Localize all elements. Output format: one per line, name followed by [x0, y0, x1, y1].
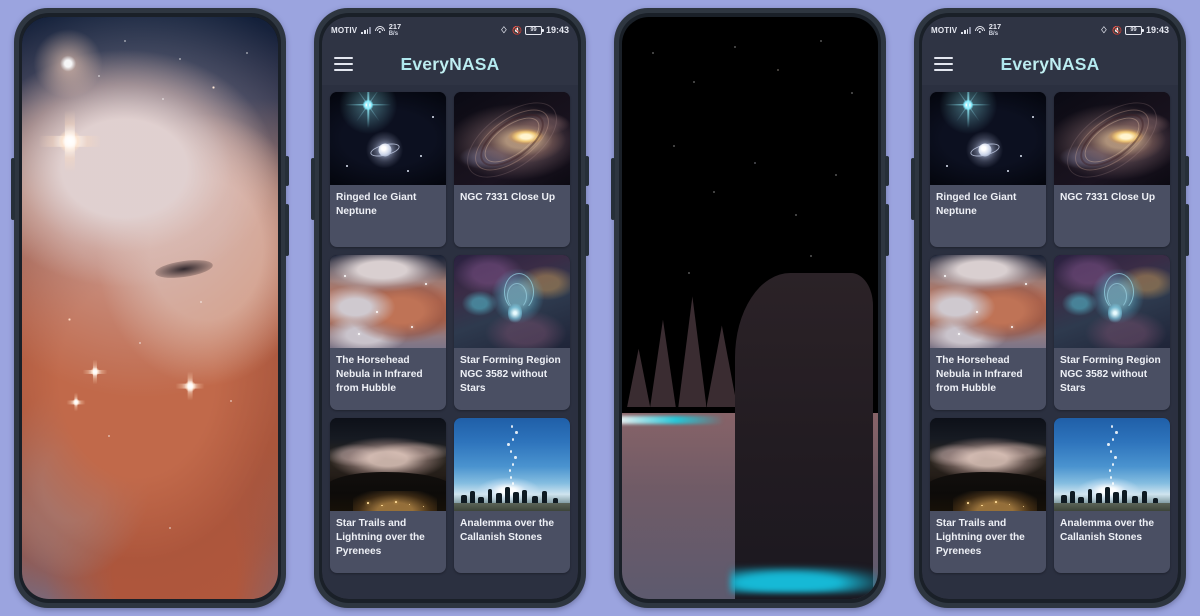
- volume-button[interactable]: [285, 156, 289, 186]
- apod-card[interactable]: Star Forming Region NGC 3582 without Sta…: [1054, 255, 1170, 410]
- rock-silhouette: [734, 273, 873, 599]
- app-title: EveryNASA: [922, 54, 1178, 75]
- starfield: [22, 17, 278, 599]
- battery-icon: 99: [524, 25, 544, 35]
- phone-screen: MOTIV 217 B/s ♢ 🔇 99 19:43 EveryNASA Rin…: [322, 17, 578, 599]
- carrier-label: MOTIV: [931, 25, 958, 35]
- apod-thumbnail: [454, 255, 570, 348]
- data-rate-value: 217: [388, 22, 402, 32]
- phone-app-right: MOTIV 217 B/s ♢ 🔇 99 19:43 EveryNASA Rin…: [911, 8, 1189, 608]
- data-rate-unit: B/s: [988, 30, 999, 37]
- apod-title: Star Forming Region NGC 3582 without Sta…: [460, 355, 561, 394]
- apod-card[interactable]: Star Trails and Lightning over the Pyren…: [330, 418, 446, 573]
- apod-title: Star Trails and Lightning over the Pyren…: [936, 518, 1025, 557]
- apod-title: Analemma over the Callanish Stones: [1060, 518, 1154, 543]
- apod-thumbnail: [930, 92, 1046, 185]
- apod-card[interactable]: Star Forming Region NGC 3582 without Sta…: [454, 255, 570, 410]
- phone-side-button[interactable]: [311, 158, 315, 220]
- apod-card[interactable]: NGC 7331 Close Up: [1054, 92, 1170, 247]
- clock: 19:43: [1145, 25, 1169, 35]
- battery-level: 99: [1130, 26, 1137, 33]
- phone-side-button[interactable]: [611, 158, 615, 220]
- clock: 19:43: [545, 25, 569, 35]
- bioluminescent-glow: [622, 416, 725, 425]
- apod-thumbnail: [930, 418, 1046, 511]
- apod-card[interactable]: Star Trails and Lightning over the Pyren…: [930, 418, 1046, 573]
- apod-title: Ringed Ice Giant Neptune: [936, 192, 1017, 217]
- apod-thumbnail: [330, 255, 446, 348]
- phone-screen: MOTIV 217 B/s ♢ 🔇 99 19:43 EveryNASA Rin…: [922, 17, 1178, 599]
- phone-screen: [22, 17, 278, 599]
- data-rate-value: 217: [988, 22, 1002, 32]
- phone-side-button[interactable]: [11, 158, 15, 220]
- apod-grid: Ringed Ice Giant Neptune NGC 7331 Close …: [322, 85, 578, 599]
- phone-side-button[interactable]: [911, 158, 915, 220]
- apod-thumbnail: [930, 255, 1046, 348]
- data-rate-indicator: 217 B/s: [388, 22, 402, 37]
- app-bar: EveryNASA: [322, 43, 578, 85]
- phone-wallpaper-milkyway: [611, 8, 889, 608]
- apod-thumbnail: [454, 418, 570, 511]
- carrier-label: MOTIV: [331, 25, 358, 35]
- volume-button[interactable]: [1185, 156, 1189, 186]
- screenshot-stage: MOTIV 217 B/s ♢ 🔇 99 19:43 EveryNASA Rin…: [0, 0, 1200, 616]
- wifi-icon: [974, 26, 985, 34]
- phone-wallpaper-horsehead: [11, 8, 289, 608]
- app-title: EveryNASA: [322, 54, 578, 75]
- power-button[interactable]: [885, 204, 889, 256]
- status-bar: MOTIV 217 B/s ♢ 🔇 99 19:43: [922, 17, 1178, 43]
- horsehead-nebula-wallpaper: [22, 17, 278, 599]
- cell-signal-icon: [961, 26, 971, 34]
- apod-card[interactable]: Analemma over the Callanish Stones: [1054, 418, 1170, 573]
- apod-grid: Ringed Ice Giant Neptune NGC 7331 Close …: [922, 85, 1178, 599]
- vibrate-mode-icon: 🔇: [1111, 25, 1122, 35]
- power-button[interactable]: [1185, 204, 1189, 256]
- apod-card[interactable]: The Horsehead Nebula in Infrared from Hu…: [330, 255, 446, 410]
- everynasa-app: MOTIV 217 B/s ♢ 🔇 99 19:43 EveryNASA Rin…: [922, 17, 1178, 599]
- data-rate-unit: B/s: [388, 30, 399, 37]
- phone-screen: [622, 17, 878, 599]
- volume-button[interactable]: [585, 156, 589, 186]
- app-bar: EveryNASA: [922, 43, 1178, 85]
- apod-title: NGC 7331 Close Up: [460, 192, 556, 203]
- wifi-icon: [374, 26, 385, 34]
- vibrate-mode-icon: 🔇: [511, 25, 522, 35]
- apod-card[interactable]: NGC 7331 Close Up: [454, 92, 570, 247]
- volume-button[interactable]: [885, 156, 889, 186]
- apod-thumbnail: [1054, 418, 1170, 511]
- apod-thumbnail: [330, 418, 446, 511]
- apod-card[interactable]: Ringed Ice Giant Neptune: [930, 92, 1046, 247]
- everynasa-app: MOTIV 217 B/s ♢ 🔇 99 19:43 EveryNASA Rin…: [322, 17, 578, 599]
- apod-card[interactable]: The Horsehead Nebula in Infrared from Hu…: [930, 255, 1046, 410]
- phone-app-left: MOTIV 217 B/s ♢ 🔇 99 19:43 EveryNASA Rin…: [311, 8, 589, 608]
- apod-thumbnail: [1054, 92, 1170, 185]
- hamburger-menu-icon[interactable]: [934, 56, 953, 72]
- apod-card[interactable]: Analemma over the Callanish Stones: [454, 418, 570, 573]
- apod-title: The Horsehead Nebula in Infrared from Hu…: [936, 355, 1023, 394]
- apod-title: The Horsehead Nebula in Infrared from Hu…: [336, 355, 423, 394]
- apod-title: Ringed Ice Giant Neptune: [336, 192, 417, 217]
- apod-thumbnail: [330, 92, 446, 185]
- status-bar: MOTIV 217 B/s ♢ 🔇 99 19:43: [322, 17, 578, 43]
- milkyway-wallpaper: [622, 17, 878, 599]
- apod-card[interactable]: Ringed Ice Giant Neptune: [330, 92, 446, 247]
- apod-title: Star Trails and Lightning over the Pyren…: [336, 518, 425, 557]
- power-button[interactable]: [585, 204, 589, 256]
- apod-title: Star Forming Region NGC 3582 without Sta…: [1060, 355, 1161, 394]
- apod-thumbnail: [454, 92, 570, 185]
- battery-icon: 99: [1124, 25, 1144, 35]
- bioluminescent-glow: [729, 567, 878, 594]
- apod-title: NGC 7331 Close Up: [1060, 192, 1156, 203]
- battery-level: 99: [530, 26, 537, 33]
- bluetooth-icon: ♢: [1099, 24, 1108, 35]
- apod-thumbnail: [1054, 255, 1170, 348]
- data-rate-indicator: 217 B/s: [988, 22, 1002, 37]
- hamburger-menu-icon[interactable]: [334, 56, 353, 72]
- power-button[interactable]: [285, 204, 289, 256]
- cell-signal-icon: [361, 26, 371, 34]
- apod-title: Analemma over the Callanish Stones: [460, 518, 554, 543]
- bluetooth-icon: ♢: [499, 24, 508, 35]
